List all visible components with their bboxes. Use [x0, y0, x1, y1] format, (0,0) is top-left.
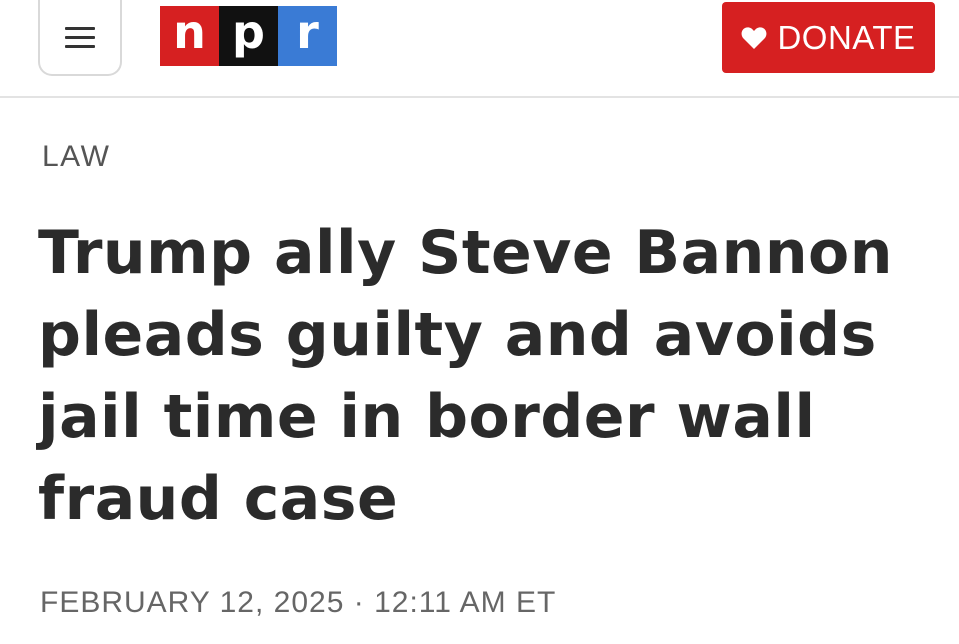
donate-button[interactable]: DONATE	[722, 2, 935, 73]
npr-logo[interactable]: n p r	[160, 6, 337, 66]
dateline-separator: ·	[353, 586, 365, 619]
logo-letter-r: r	[278, 6, 337, 66]
article-date: FEBRUARY 12, 2025	[40, 586, 345, 619]
logo-letter-p: p	[219, 6, 278, 66]
article-dateline: FEBRUARY 12, 2025 · 12:11 AM ET	[40, 586, 556, 620]
donate-label: DONATE	[777, 18, 916, 56]
site-header: n p r DONATE	[0, 0, 959, 98]
article-time: 12:11 AM ET	[374, 586, 557, 619]
hamburger-menu-icon	[65, 26, 95, 30]
section-label[interactable]: LAW	[42, 140, 110, 174]
hamburger-menu-icon-bar	[65, 35, 95, 39]
logo-letter-n: n	[160, 6, 219, 66]
menu-button[interactable]	[38, 0, 122, 76]
hamburger-menu-icon-bar	[65, 44, 95, 48]
article-headline: Trump ally Steve Bannon pleads guilty an…	[38, 218, 893, 534]
heart-icon	[741, 26, 767, 50]
